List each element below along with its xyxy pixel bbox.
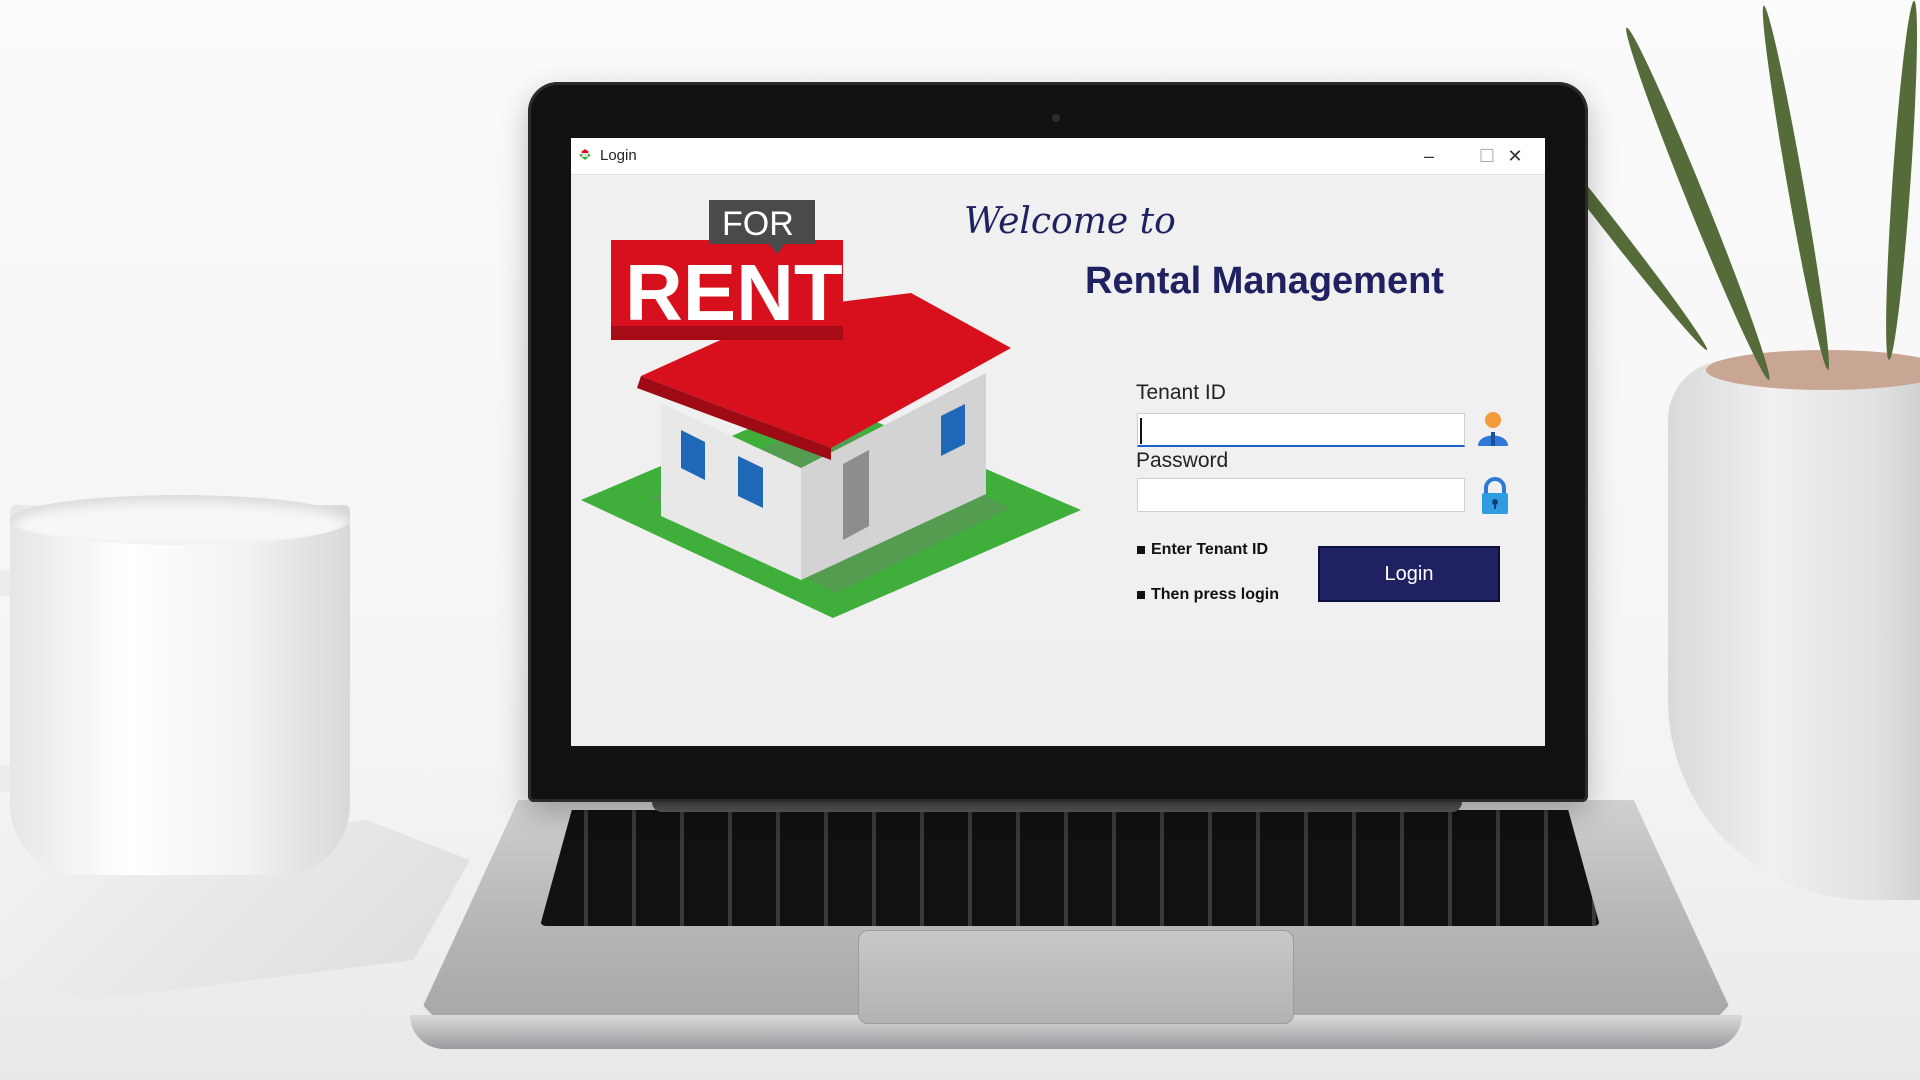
login-window: Login – ☐ ✕ RENT FOR Welcome to Rental M…: [571, 138, 1545, 746]
login-button[interactable]: Login: [1318, 546, 1500, 602]
bullet-icon: [1137, 590, 1145, 599]
mug-rim: [10, 495, 350, 545]
welcome-heading: Welcome to: [964, 201, 1176, 242]
coffee-mug: [10, 505, 350, 875]
close-icon: ✕: [1507, 145, 1523, 166]
laptop-trackpad: [858, 930, 1294, 1024]
app-icon: [579, 149, 591, 160]
plant-leaf: [1755, 4, 1836, 372]
app-name-heading: Rental Management: [1085, 260, 1444, 302]
rent-text: RENT: [625, 248, 843, 337]
text-caret: [1140, 418, 1142, 444]
password-label: Password: [1136, 449, 1229, 472]
close-button[interactable]: ✕: [1487, 138, 1543, 174]
hint-text: Then press login: [1151, 586, 1280, 603]
desk-scene: Login – ☐ ✕ RENT FOR Welcome to Rental M…: [0, 0, 1920, 1080]
window-title: Login: [600, 147, 637, 164]
for-text: FOR: [722, 205, 794, 243]
minimize-button[interactable]: –: [1401, 138, 1457, 174]
for-rent-illustration: RENT FOR: [581, 200, 1081, 618]
window-titlebar[interactable]: Login – ☐ ✕: [571, 138, 1545, 175]
plant-leaf: [1880, 0, 1920, 361]
hint-item: Then press login: [1137, 586, 1279, 604]
laptop-keyboard: [540, 810, 1600, 926]
tenant-id-input[interactable]: [1137, 413, 1465, 447]
webcam: [1052, 114, 1060, 122]
plant-pot: [1668, 360, 1920, 900]
password-input[interactable]: [1137, 478, 1465, 512]
hint-item: Enter Tenant ID: [1137, 541, 1268, 559]
tenant-id-label: Tenant ID: [1136, 381, 1226, 404]
bullet-icon: [1137, 545, 1145, 554]
plant-leaf: [1618, 24, 1778, 384]
hint-text: Enter Tenant ID: [1151, 541, 1269, 558]
user-icon: [1478, 412, 1508, 446]
lock-icon: [1482, 477, 1508, 514]
minimize-icon: –: [1423, 145, 1434, 166]
